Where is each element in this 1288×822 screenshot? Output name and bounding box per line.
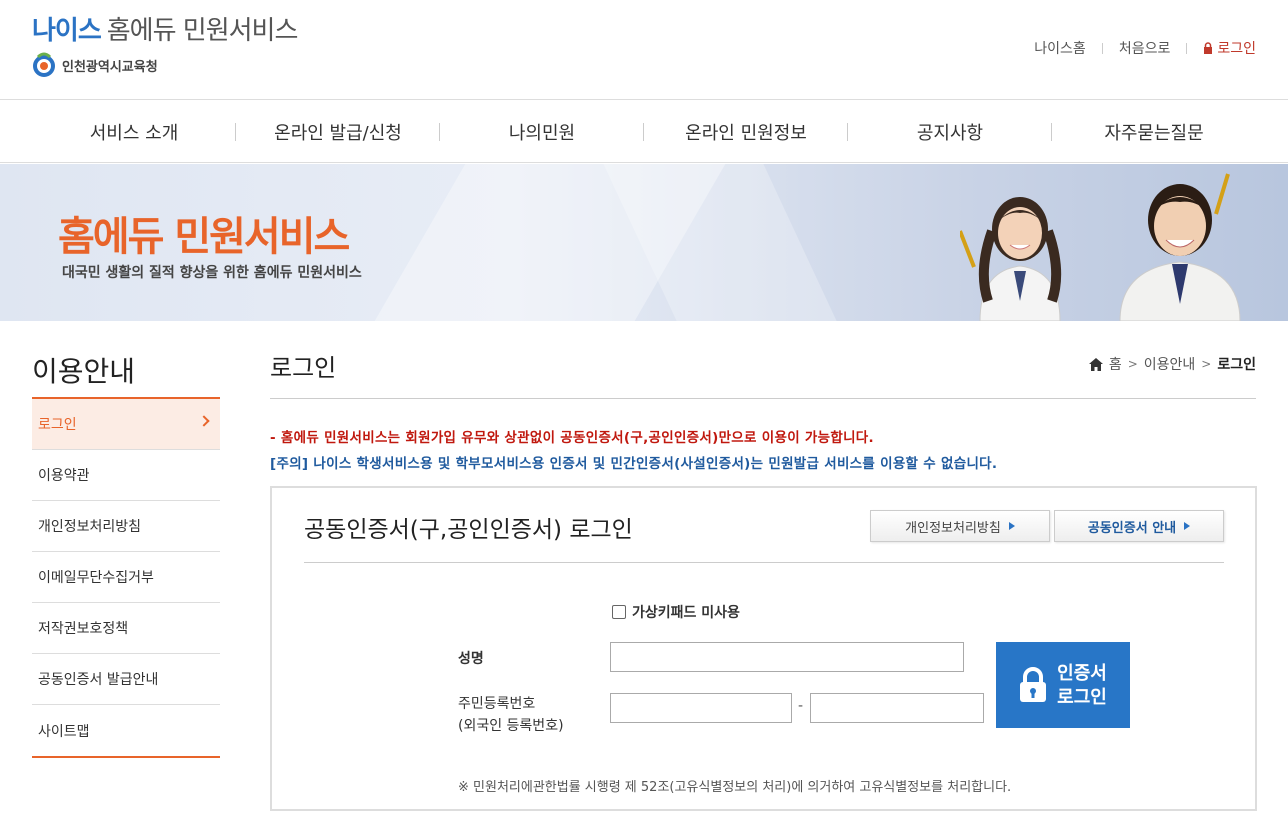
education-office-name: 인천광역시교육청: [62, 59, 158, 75]
cert-login-button-label: 인증서 로그인: [1057, 661, 1107, 709]
sidebar-item-cert-guide[interactable]: 공동인증서 발급안내: [32, 654, 220, 705]
sidebar-item-sitemap[interactable]: 사이트맵: [32, 705, 220, 756]
login-box-title: 공동인증서(구,공인인증서) 로그인: [304, 517, 633, 543]
sidebar-item-terms[interactable]: 이용약관: [32, 450, 220, 501]
education-office-logo[interactable]: 인천광역시교육청: [32, 52, 158, 78]
main-navigation: 서비스 소개 온라인 발급/신청 나의민원 온라인 민원정보 공지사항 자주묻는…: [0, 101, 1288, 163]
sidebar-item-label: 공동인증서 발급안내: [38, 672, 159, 688]
home-icon[interactable]: [1088, 357, 1103, 371]
name-label: 성명: [458, 651, 484, 667]
nav-my-requests[interactable]: 나의민원: [440, 101, 644, 163]
login-link[interactable]: 로그인: [1203, 38, 1256, 58]
cert-login-box: 공동인증서(구,공인인증서) 로그인 개인정보처리방침 공동인증서 안내 가상키…: [270, 486, 1257, 811]
sidebar-item-login[interactable]: 로그인: [32, 399, 220, 450]
divider: [1186, 42, 1188, 54]
virtual-keypad-option[interactable]: 가상키패드 미사용: [612, 602, 740, 622]
lock-icon: [1020, 667, 1047, 702]
divider: [270, 398, 1256, 399]
sidebar-item-label: 이메일무단수집거부: [38, 570, 154, 586]
legal-footnote: ※ 민원처리에관한법률 시행령 제 52조(고유식별정보의 처리)에 의거하여 …: [458, 780, 1012, 795]
rrn-label-line2: (외국인 등록번호): [458, 718, 564, 734]
rrn-separator: -: [798, 698, 804, 714]
login-link-label: 로그인: [1217, 41, 1256, 57]
virtual-keypad-label: 가상키패드 미사용: [632, 605, 740, 621]
education-office-emblem-icon: [32, 52, 56, 78]
sidebar-item-copyright[interactable]: 저작권보호정책: [32, 603, 220, 654]
cert-login-line1: 인증서: [1057, 663, 1107, 683]
sidebar-item-label: 저작권보호정책: [38, 621, 129, 637]
lock-icon: [1203, 42, 1213, 54]
rrn-label: 주민등록번호 (외국인 등록번호): [458, 693, 564, 737]
sidebar-item-label: 로그인: [38, 417, 77, 433]
arrow-right-icon: [1008, 522, 1015, 530]
privacy-policy-button-label: 개인정보처리방침: [905, 520, 1001, 536]
sidebar-menu: 로그인 이용약관 개인정보처리방침 이메일무단수집거부 저작권보호정책 공동인증…: [32, 397, 220, 758]
sidebar-item-label: 사이트맵: [38, 723, 90, 740]
site-logo[interactable]: 나이스 홈에듀 민원서비스: [32, 10, 299, 47]
logo-service-text: 홈에듀 민원서비스: [106, 16, 299, 46]
name-input[interactable]: [610, 642, 964, 672]
rrn-front-input[interactable]: [610, 693, 792, 723]
top-utility-links: 나이스홈 처음으로 로그인: [1034, 38, 1256, 58]
logo-neis-text: 나이스: [32, 16, 102, 46]
notice-warning: [주의] 나이스 학생서비스용 및 학부모서비스용 인증서 및 민간인증서(사설…: [270, 456, 998, 472]
notice-cert-only: - 홈에듀 민원서비스는 회원가입 유무와 상관없이 공동인증서(구,공인인증서…: [270, 430, 874, 446]
nav-faq[interactable]: 자주묻는질문: [1052, 101, 1256, 163]
cert-login-line2: 로그인: [1057, 687, 1107, 707]
page-title: 로그인: [270, 354, 337, 382]
divider: [304, 562, 1224, 563]
first-page-link[interactable]: 처음으로: [1119, 38, 1171, 58]
arrow-right-icon: [1184, 522, 1191, 530]
rrn-label-line1: 주민등록번호: [458, 696, 536, 712]
divider: [1101, 42, 1103, 54]
cert-guide-button[interactable]: 공동인증서 안내: [1054, 510, 1224, 542]
cert-guide-button-label: 공동인증서 안내: [1087, 520, 1177, 536]
privacy-policy-button[interactable]: 개인정보처리방침: [870, 510, 1050, 542]
nav-online-issue[interactable]: 온라인 발급/신청: [236, 101, 440, 163]
cert-login-button[interactable]: 인증서 로그인: [996, 642, 1130, 728]
nav-online-info[interactable]: 온라인 민원정보: [644, 101, 848, 163]
sidebar-item-label: 개인정보처리방침: [38, 519, 142, 535]
student-girl-illustration: [960, 197, 1062, 321]
site-header: 나이스 홈에듀 민원서비스 인천광역시교육청 나이스홈 처음으로 로그인: [0, 0, 1288, 100]
chevron-right-icon: >: [1127, 357, 1138, 371]
sidebar-item-email-refusal[interactable]: 이메일무단수집거부: [32, 552, 220, 603]
breadcrumb-guide[interactable]: 이용안내: [1144, 354, 1196, 374]
sidebar-item-privacy[interactable]: 개인정보처리방침: [32, 501, 220, 552]
nav-service-intro[interactable]: 서비스 소개: [32, 101, 236, 163]
breadcrumb-current: 로그인: [1217, 357, 1256, 373]
breadcrumb: 홈 > 이용안내 > 로그인: [1088, 354, 1256, 374]
hero-banner: 홈에듀 민원서비스 대국민 생활의 질적 향상을 위한 홈에듀 민원서비스: [0, 164, 1288, 321]
neis-home-link[interactable]: 나이스홈: [1034, 38, 1086, 58]
sidebar-item-label: 이용약관: [38, 468, 90, 484]
chevron-right-icon: [198, 415, 210, 427]
banner-subtitle: 대국민 생활의 질적 향상을 위한 홈에듀 민원서비스: [62, 265, 362, 281]
nav-notices[interactable]: 공지사항: [848, 101, 1052, 163]
chevron-right-icon: >: [1201, 357, 1212, 371]
student-boy-illustration: [1119, 173, 1241, 321]
sidebar-title: 이용안내: [32, 355, 136, 388]
banner-title: 홈에듀 민원서비스: [58, 214, 350, 260]
virtual-keypad-checkbox[interactable]: [612, 605, 626, 619]
breadcrumb-home[interactable]: 홈: [1109, 354, 1122, 374]
rrn-back-input[interactable]: [810, 693, 984, 723]
